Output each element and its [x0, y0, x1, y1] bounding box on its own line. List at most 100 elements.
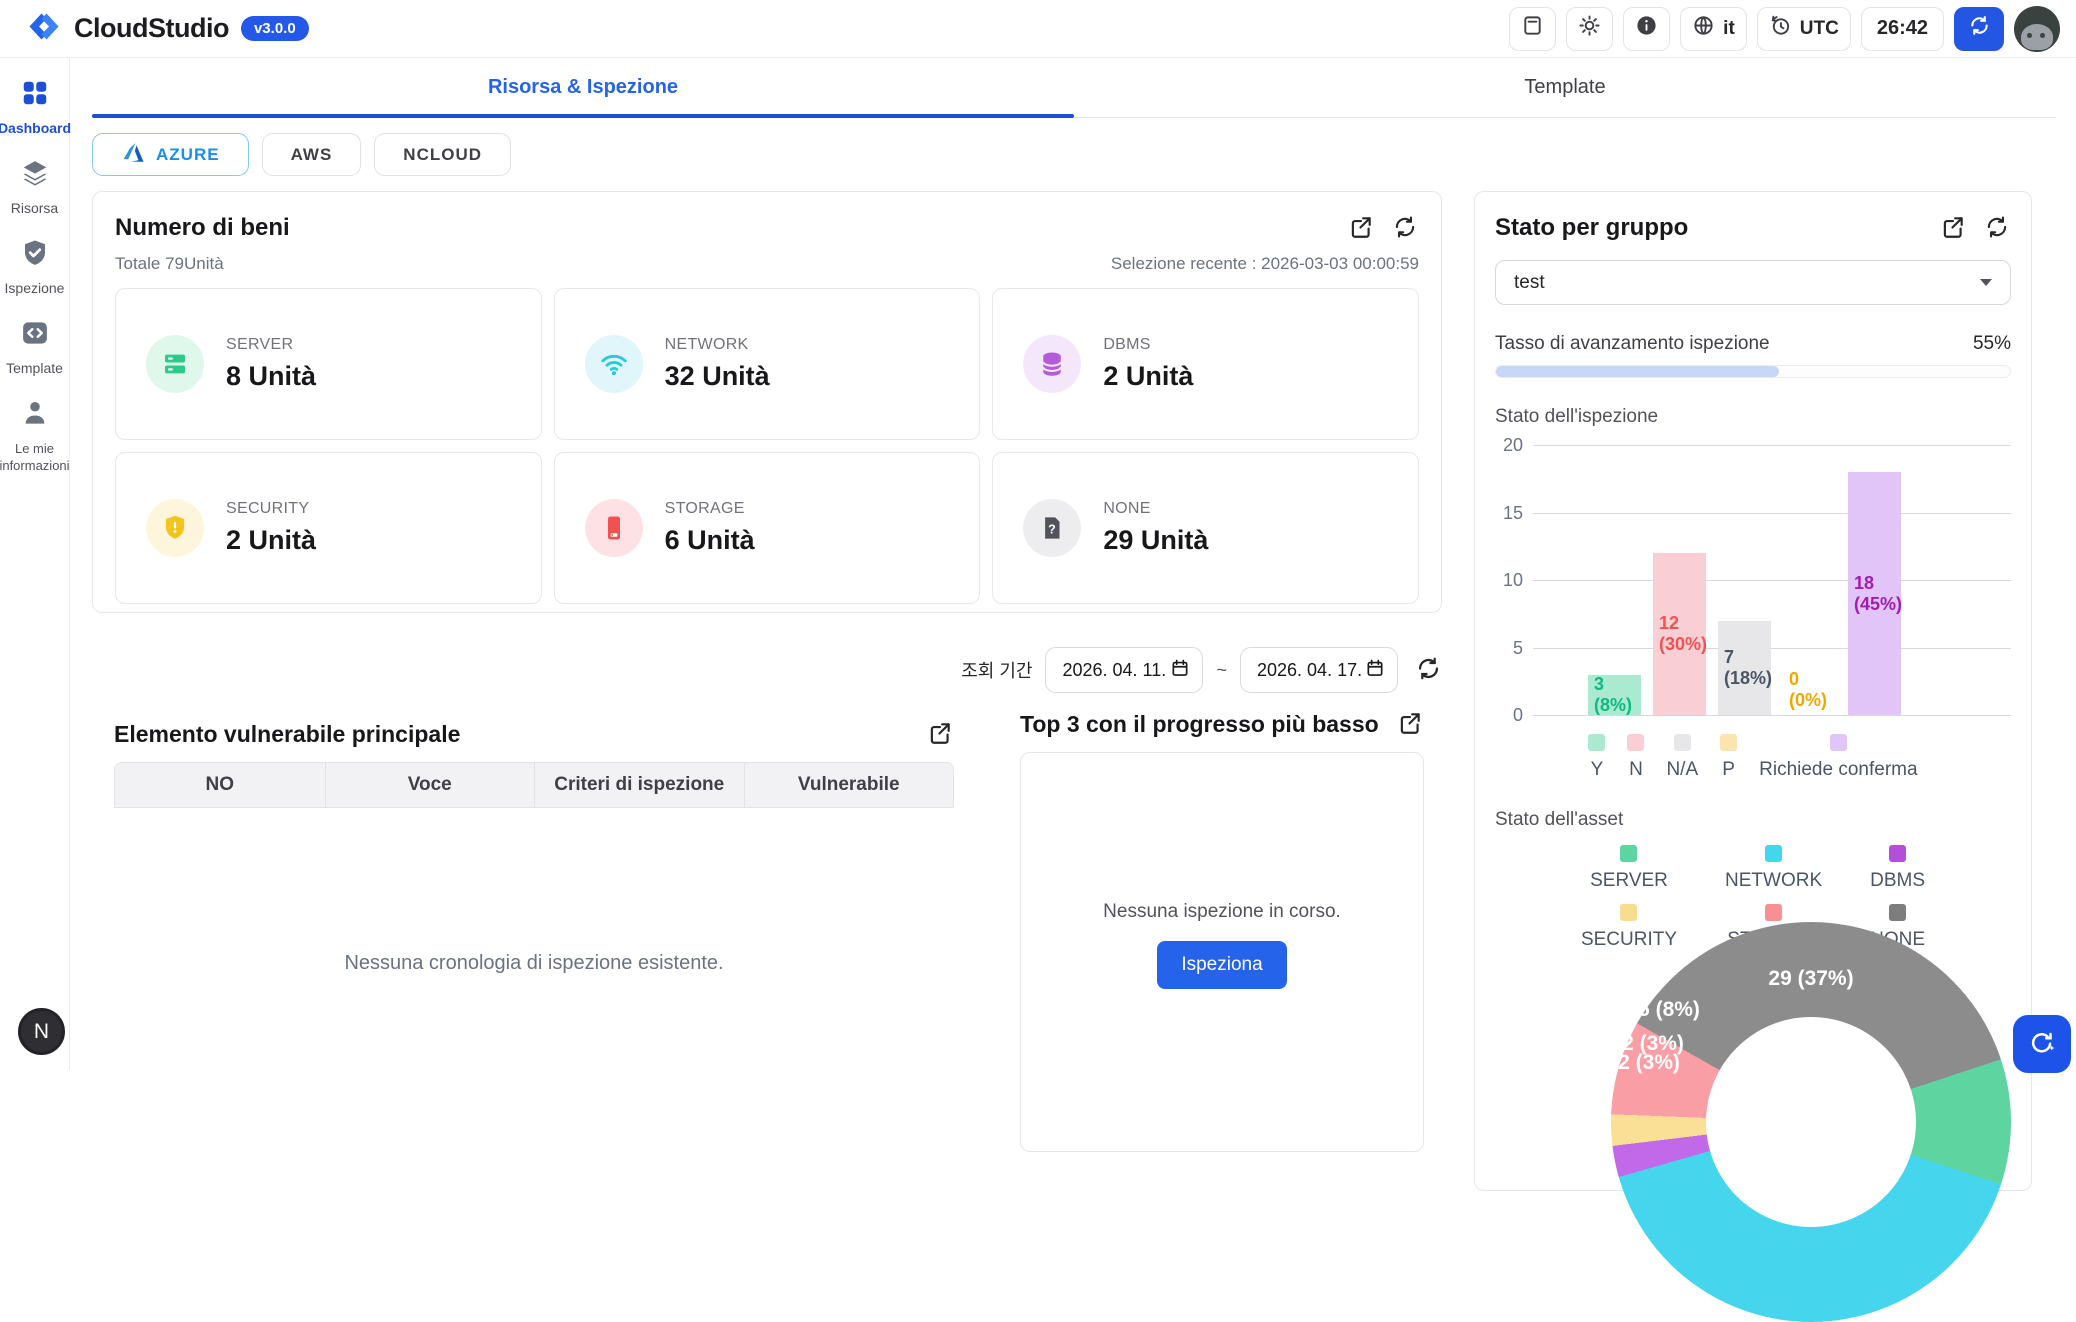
provider-switcher: AZURE AWS NCLOUD [92, 133, 511, 176]
tabbar: Risorsa & Ispezione Template [92, 58, 2056, 118]
legend-item-na[interactable]: N/A [1666, 734, 1698, 781]
provider-ncloud-button[interactable]: NCLOUD [374, 133, 511, 176]
storage-drive-icon [585, 499, 643, 557]
asset-tile-network: NETWORK 32 Unità [554, 288, 981, 440]
legend-item-p[interactable]: P [1720, 734, 1737, 781]
ispeziona-button[interactable]: Ispeziona [1157, 941, 1286, 989]
info-button[interactable] [1623, 7, 1670, 51]
shield-check-icon [20, 238, 50, 273]
asset-legend-swatch [1620, 904, 1637, 921]
sidebar-item-le-mie-informazioni[interactable]: Le mie informazioni [0, 394, 70, 478]
language-label: it [1723, 18, 1735, 40]
donut-label-storage: 6 (8%) [1638, 998, 1700, 1022]
session-timer[interactable]: 26:42 [1861, 7, 1944, 51]
timezone-button[interactable]: UTC [1757, 7, 1851, 51]
legend-item-server[interactable]: SERVER [1581, 845, 1677, 892]
column-header-voce: Voce [325, 763, 535, 807]
bar-legend-swatch [1830, 734, 1847, 751]
inspection-chart-title: Stato dell'ispezione [1495, 406, 2011, 428]
date-separator: ~ [1216, 660, 1227, 681]
assets-recent-label: Selezione recente : 2026-03-03 00:00:59 [1111, 254, 1419, 274]
group-open-external-button[interactable] [1939, 214, 1967, 242]
floating-user-badge[interactable]: N [18, 1008, 65, 1055]
clock-globe-icon [1769, 14, 1792, 43]
group-status-title: Stato per gruppo [1495, 214, 1688, 242]
donut-label-dbms: 2 (3%) [1618, 1051, 1680, 1075]
assets-refresh-button[interactable] [1391, 214, 1419, 242]
svg-text:?: ? [1049, 523, 1057, 537]
inspection-chart-legend: Y N N/A P Richiede conferma [1495, 734, 2011, 781]
vulnerable-table: NO Voce Criteri di ispezione Vulnerabile… [114, 762, 954, 1118]
chevron-down-icon [1980, 279, 1992, 286]
bar-value-label: 7(18%) [1724, 647, 1772, 689]
asset-tile-security: SECURITY 2 Unità [115, 452, 542, 604]
brand-logo[interactable]: CloudStudio v3.0.0 [26, 11, 309, 47]
sidebar-item-ispezione[interactable]: Ispezione [0, 234, 70, 301]
bar-legend-swatch [1627, 734, 1644, 751]
user-avatar[interactable] [2014, 6, 2060, 52]
unknown-file-icon: ? [1023, 499, 1081, 557]
refresh-icon [1392, 228, 1418, 243]
column-header-criteri: Criteri di ispezione [534, 763, 744, 807]
calendar-icon [1170, 658, 1190, 683]
language-button[interactable]: it [1680, 7, 1747, 51]
vulnerable-open-external-button[interactable] [926, 720, 954, 748]
legend-item-richiede-conferma[interactable]: Richiede conferma [1759, 734, 1917, 781]
external-link-icon [1397, 724, 1423, 739]
sidebar-item-risorsa[interactable]: Risorsa [0, 154, 70, 221]
assets-open-external-button[interactable] [1347, 214, 1375, 242]
group-select[interactable]: test [1495, 260, 2011, 305]
legend-item-y[interactable]: Y [1588, 734, 1605, 781]
provider-aws-button[interactable]: AWS [262, 133, 362, 176]
group-refresh-button[interactable] [1983, 214, 2011, 242]
bar-value-label: 18(45%) [1854, 573, 1902, 615]
sidebar-item-template[interactable]: Template [0, 314, 70, 381]
brand-name: CloudStudio [74, 13, 229, 44]
date-range-refresh-button[interactable] [1415, 655, 1442, 685]
date-from-input[interactable]: 2026. 04. 11. [1045, 647, 1203, 693]
y-axis-tick: 10 [1495, 570, 1523, 591]
refresh-icon [1984, 228, 2010, 243]
app-header: CloudStudio v3.0.0 it UTC 26:42 [0, 0, 2076, 58]
vulnerable-table-header: NO Voce Criteri di ispezione Vulnerabile [114, 762, 954, 808]
bar-N/A: 7(18%) [1718, 621, 1771, 716]
y-axis-tick: 20 [1495, 435, 1523, 456]
manual-button[interactable] [1509, 7, 1556, 51]
network-wifi-icon [585, 335, 643, 393]
legend-item-network[interactable]: NETWORK [1725, 845, 1822, 892]
assets-card-title: Numero di beni [115, 214, 290, 242]
info-icon [1635, 14, 1658, 43]
date-to-input[interactable]: 2026. 04. 17. [1240, 647, 1398, 693]
legend-item-dbms[interactable]: DBMS [1870, 845, 1925, 892]
theme-toggle-button[interactable] [1566, 7, 1613, 51]
sidebar-item-dashboard[interactable]: Dashboard [0, 74, 70, 141]
assets-total-label: Totale 79Unità [115, 254, 224, 274]
calendar-icon [1365, 658, 1385, 683]
bar-value-label: 12(30%) [1659, 613, 1707, 655]
progress-label: Tasso di avanzamento ispezione [1495, 333, 1770, 355]
asset-donut-chart: 29 (37%) 6 (8%) 2 (3%) 2 (3%) [1611, 922, 2011, 1322]
asset-legend-swatch [1889, 845, 1906, 862]
asset-tile-storage: STORAGE 6 Unità [554, 452, 981, 604]
legend-item-n[interactable]: N [1627, 734, 1644, 781]
table-empty-message: Nessuna cronologia di ispezione esistent… [114, 808, 954, 1118]
bar-legend-swatch [1674, 734, 1691, 751]
gridline [1533, 513, 2011, 514]
column-header-no: NO [115, 763, 325, 807]
tab-template[interactable]: Template [1074, 58, 2056, 117]
asset-tile-none: ? NONE 29 Unità [992, 452, 1419, 604]
y-axis-tick: 5 [1495, 638, 1523, 659]
version-badge: v3.0.0 [241, 16, 309, 41]
chat-refresh-sparkle-icon [2027, 1028, 2057, 1061]
asset-chart-title: Stato dell'asset [1495, 809, 2011, 831]
asset-tile-dbms: DBMS 2 Unità [992, 288, 1419, 440]
session-refresh-button[interactable] [1954, 7, 2004, 51]
floating-chat-button[interactable] [2013, 1015, 2071, 1073]
tab-risorsa-ispezione[interactable]: Risorsa & Ispezione [92, 58, 1074, 117]
bar-legend-swatch [1588, 734, 1605, 751]
provider-azure-button[interactable]: AZURE [92, 133, 249, 176]
top3-open-external-button[interactable] [1396, 710, 1424, 738]
asset-legend-swatch [1765, 845, 1782, 862]
donut-label-none: 29 (37%) [1768, 967, 1853, 991]
main-content: Risorsa & Ispezione Template AZURE AWS N… [70, 58, 2076, 1070]
